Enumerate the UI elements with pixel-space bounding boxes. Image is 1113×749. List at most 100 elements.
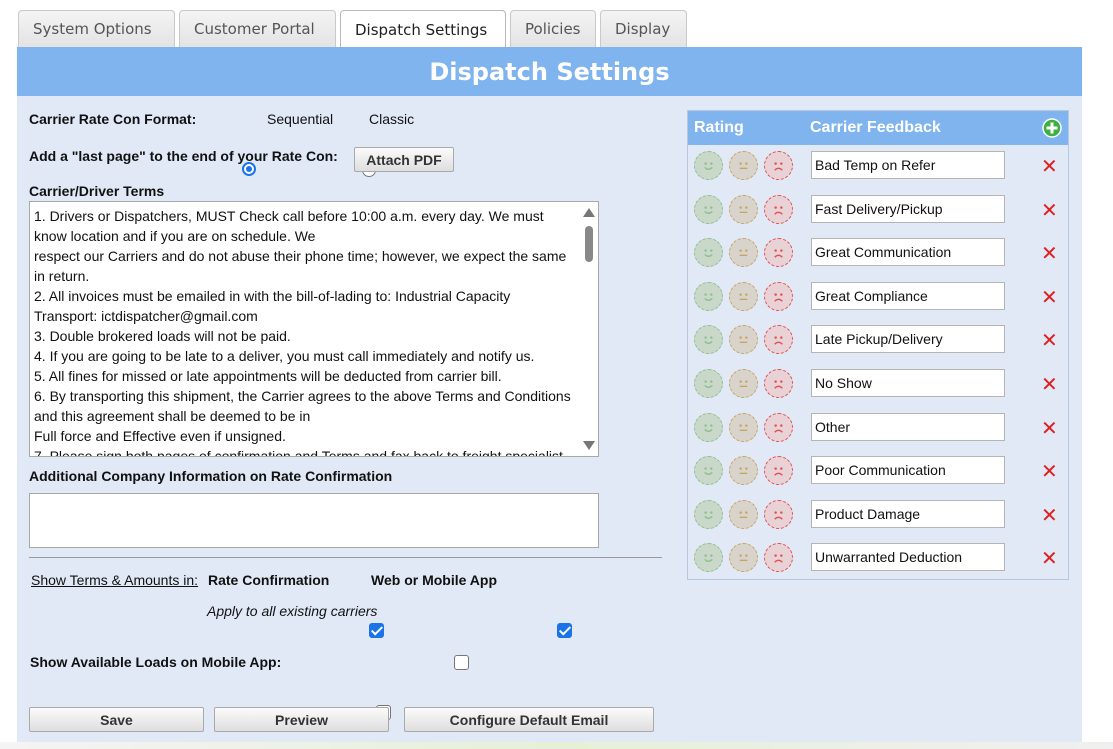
feedback-row: Poor Communication ✕ bbox=[688, 450, 1068, 493]
neutral-face-icon[interactable] bbox=[729, 325, 758, 355]
sad-face-icon[interactable] bbox=[764, 238, 793, 268]
sad-face-icon[interactable] bbox=[764, 499, 793, 529]
feedback-row: Product Damage ✕ bbox=[688, 494, 1068, 537]
delete-x-icon[interactable]: ✕ bbox=[1041, 548, 1058, 568]
tab-policies[interactable]: Policies bbox=[510, 10, 596, 47]
sad-face-icon[interactable] bbox=[764, 543, 793, 573]
rating-header: Rating bbox=[694, 119, 744, 136]
neutral-face-icon[interactable] bbox=[729, 238, 758, 268]
feedback-input[interactable]: Fast Delivery/Pickup bbox=[811, 194, 1005, 223]
apply-all-label[interactable]: Apply to all existing carriers bbox=[207, 603, 377, 619]
tab-bar: System Options Customer Portal Dispatch … bbox=[18, 10, 687, 48]
feedback-input[interactable]: Other bbox=[811, 412, 1005, 441]
feedback-input[interactable]: Bad Temp on Refer bbox=[811, 151, 1005, 179]
attach-pdf-button[interactable]: Attach PDF bbox=[354, 147, 454, 172]
feedback-input[interactable]: Great Communication bbox=[811, 238, 1005, 267]
additional-info-textarea[interactable] bbox=[29, 493, 599, 548]
web-mobile-checkbox[interactable] bbox=[556, 623, 572, 638]
scroll-down-icon[interactable] bbox=[583, 441, 595, 450]
feedback-input[interactable]: No Show bbox=[811, 369, 1005, 397]
terms-textarea[interactable]: 1. Drivers or Dispatchers, MUST Check ca… bbox=[29, 201, 599, 457]
feedback-row: Fast Delivery/Pickup ✕ bbox=[688, 189, 1068, 232]
smile-face-icon[interactable] bbox=[694, 456, 723, 486]
neutral-face-icon[interactable] bbox=[729, 151, 758, 180]
neutral-face-icon[interactable] bbox=[729, 194, 758, 224]
carrier-feedback-panel: Rating Carrier Feedback Bad Temp on Refe… bbox=[687, 110, 1069, 580]
delete-x-icon[interactable]: ✕ bbox=[1041, 461, 1058, 481]
delete-x-icon[interactable]: ✕ bbox=[1041, 156, 1058, 176]
page-title: Dispatch Settings bbox=[17, 47, 1082, 96]
last-page-label: Add a "last page" to the end of your Rat… bbox=[29, 148, 338, 164]
smile-face-icon[interactable] bbox=[694, 543, 723, 573]
scroll-thumb[interactable] bbox=[585, 226, 593, 262]
preview-button[interactable]: Preview bbox=[214, 707, 389, 732]
feedback-input[interactable]: Late Pickup/Delivery bbox=[811, 325, 1005, 354]
feedback-input[interactable]: Poor Communication bbox=[811, 456, 1005, 485]
feedback-row: Other ✕ bbox=[688, 407, 1068, 450]
show-terms-label: Show Terms & Amounts in: bbox=[31, 572, 199, 588]
smile-face-icon[interactable] bbox=[694, 369, 723, 398]
feedback-header: Rating Carrier Feedback bbox=[688, 111, 1068, 145]
delete-x-icon[interactable]: ✕ bbox=[1041, 505, 1058, 525]
feedback-input[interactable]: Product Damage bbox=[811, 499, 1005, 528]
neutral-face-icon[interactable] bbox=[729, 499, 758, 529]
web-mobile-label[interactable]: Web or Mobile App bbox=[371, 572, 497, 588]
classic-label[interactable]: Classic bbox=[369, 111, 414, 127]
delete-x-icon[interactable]: ✕ bbox=[1041, 200, 1058, 220]
feedback-row: Late Pickup/Delivery ✕ bbox=[688, 319, 1068, 362]
rate-confirmation-checkbox[interactable] bbox=[368, 623, 384, 638]
feedback-row: No Show ✕ bbox=[688, 363, 1068, 406]
feedback-header-label: Carrier Feedback bbox=[810, 119, 941, 136]
sad-face-icon[interactable] bbox=[764, 456, 793, 486]
smile-face-icon[interactable] bbox=[694, 325, 723, 355]
add-plus-icon[interactable] bbox=[1042, 118, 1062, 138]
divider bbox=[29, 557, 662, 558]
neutral-face-icon[interactable] bbox=[729, 412, 758, 442]
smile-face-icon[interactable] bbox=[694, 499, 723, 529]
delete-x-icon[interactable]: ✕ bbox=[1041, 243, 1058, 263]
smile-face-icon[interactable] bbox=[694, 151, 723, 180]
dispatch-settings-panel: Dispatch Settings Carrier Rate Con Forma… bbox=[17, 47, 1082, 749]
configure-default-email-button[interactable]: Configure Default Email bbox=[404, 707, 654, 732]
delete-x-icon[interactable]: ✕ bbox=[1041, 330, 1058, 350]
delete-x-icon[interactable]: ✕ bbox=[1041, 287, 1058, 307]
smile-face-icon[interactable] bbox=[694, 238, 723, 268]
scroll-up-icon[interactable] bbox=[583, 208, 595, 217]
neutral-face-icon[interactable] bbox=[729, 281, 758, 311]
bottom-strip bbox=[0, 742, 1113, 749]
feedback-row: Great Compliance ✕ bbox=[688, 276, 1068, 319]
delete-x-icon[interactable]: ✕ bbox=[1041, 418, 1058, 438]
tab-dispatch-settings[interactable]: Dispatch Settings bbox=[340, 10, 506, 48]
delete-x-icon[interactable]: ✕ bbox=[1041, 374, 1058, 394]
feedback-row: Bad Temp on Refer ✕ bbox=[688, 145, 1068, 188]
feedback-input[interactable]: Great Compliance bbox=[811, 281, 1005, 310]
terms-text: 1. Drivers or Dispatchers, MUST Check ca… bbox=[34, 208, 571, 457]
sad-face-icon[interactable] bbox=[764, 412, 793, 442]
sad-face-icon[interactable] bbox=[764, 325, 793, 355]
attach-pdf-label: Attach PDF bbox=[366, 151, 442, 168]
sequential-radio[interactable] bbox=[242, 162, 256, 176]
smile-face-icon[interactable] bbox=[694, 194, 723, 224]
tab-customer-portal[interactable]: Customer Portal bbox=[179, 10, 336, 47]
rate-confirmation-label[interactable]: Rate Confirmation bbox=[208, 572, 329, 588]
neutral-face-icon[interactable] bbox=[729, 369, 758, 398]
rate-con-format-label: Carrier Rate Con Format: bbox=[29, 111, 197, 127]
sequential-label[interactable]: Sequential bbox=[267, 111, 333, 127]
feedback-row: Great Communication ✕ bbox=[688, 232, 1068, 275]
terms-scrollbar[interactable] bbox=[580, 202, 598, 456]
neutral-face-icon[interactable] bbox=[729, 543, 758, 573]
tab-display[interactable]: Display bbox=[600, 10, 687, 47]
sad-face-icon[interactable] bbox=[764, 369, 793, 398]
neutral-face-icon[interactable] bbox=[729, 456, 758, 486]
smile-face-icon[interactable] bbox=[694, 412, 723, 442]
apply-all-checkbox[interactable] bbox=[453, 655, 469, 670]
sad-face-icon[interactable] bbox=[764, 194, 793, 224]
sad-face-icon[interactable] bbox=[764, 151, 793, 180]
feedback-input[interactable]: Unwarranted Deduction bbox=[811, 543, 1005, 572]
tab-system-options[interactable]: System Options bbox=[18, 10, 175, 47]
save-button[interactable]: Save bbox=[29, 707, 204, 732]
show-loads-label[interactable]: Show Available Loads on Mobile App: bbox=[30, 654, 281, 670]
additional-info-label: Additional Company Information on Rate C… bbox=[29, 468, 393, 484]
sad-face-icon[interactable] bbox=[764, 281, 793, 311]
smile-face-icon[interactable] bbox=[694, 281, 723, 311]
